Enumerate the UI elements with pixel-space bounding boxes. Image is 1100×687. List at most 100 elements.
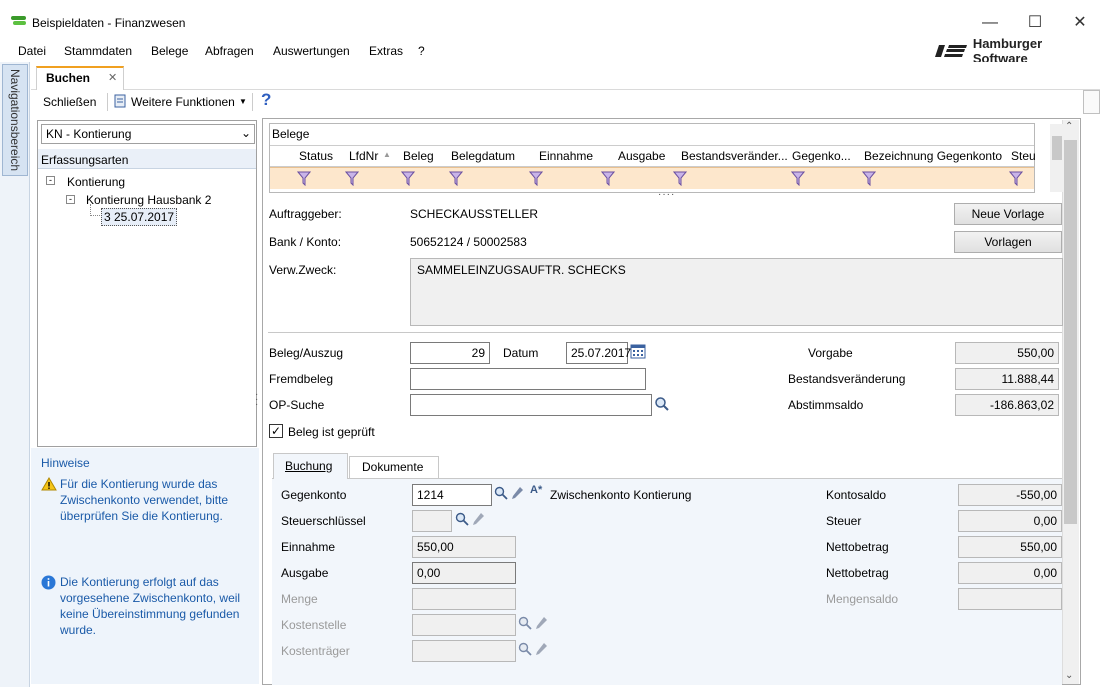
kostentraeger-label: Kostenträger: [281, 644, 350, 658]
col-belegdatum[interactable]: Belegdatum: [451, 149, 515, 163]
buchung-panel: [272, 478, 1062, 685]
datum-field[interactable]: 25.07.2017: [566, 342, 631, 364]
col-lfdnr[interactable]: LfdNr: [349, 149, 378, 163]
tab-close-icon[interactable]: ✕: [108, 71, 117, 84]
col-beleg[interactable]: Beleg: [403, 149, 434, 163]
edit-pencil-icon: [536, 643, 547, 655]
einnahme-field[interactable]: 550,00: [412, 536, 516, 558]
edit-pencil-icon[interactable]: [472, 512, 485, 526]
edit-pencil-icon: [536, 617, 547, 629]
nettobetrag-label: Nettobetrag: [826, 540, 889, 554]
ausgabe-label: Ausgabe: [281, 566, 329, 580]
window-title: Beispieldaten - Finanzwesen: [32, 16, 186, 30]
tab-buchen-label[interactable]: Buchen: [46, 71, 90, 85]
tab-buchung-label[interactable]: Buchung: [285, 459, 332, 473]
filter-icon[interactable]: [673, 171, 687, 186]
search-icon[interactable]: [494, 486, 508, 500]
tree-collapse-icon[interactable]: -: [66, 195, 75, 204]
close-button[interactable]: Schließen: [43, 95, 96, 109]
beleg-geprueft-checkbox[interactable]: ✓: [269, 424, 283, 438]
nettobetrag-2-label: Nettobetrag: [826, 566, 889, 580]
filter-icon[interactable]: [529, 171, 543, 186]
menu-auswertungen[interactable]: Auswertungen: [273, 44, 350, 58]
col-gegenkonto[interactable]: Gegenko...: [792, 149, 851, 163]
warning-icon: [41, 477, 57, 491]
filter-icon[interactable]: [449, 171, 463, 186]
select-chevron-icon[interactable]: ⌄: [241, 126, 251, 140]
col-ausgabe[interactable]: Ausgabe: [618, 149, 665, 163]
menu-belege[interactable]: Belege: [151, 44, 188, 58]
scroll-down-icon[interactable]: ⌄: [1065, 670, 1073, 681]
tree-item-root[interactable]: Kontierung: [67, 175, 125, 189]
bestandsveraenderung-field: 11.888,44: [955, 368, 1059, 390]
beleg-geprueft-label[interactable]: Beleg ist geprüft: [288, 425, 375, 439]
beleg-auszug-field[interactable]: 29: [410, 342, 490, 364]
close-window-button[interactable]: ✕: [1065, 8, 1095, 38]
ausgabe-field[interactable]: 0,00: [412, 562, 516, 584]
filter-icon[interactable]: [297, 171, 311, 186]
op-suche-field[interactable]: [410, 394, 652, 416]
neue-vorlage-button[interactable]: Neue Vorlage: [954, 203, 1062, 225]
left-panel: [37, 120, 257, 447]
tab-dokumente-label[interactable]: Dokumente: [362, 460, 423, 474]
app-logo-icon: [11, 16, 26, 25]
col-bezeichnung[interactable]: Bezeichnung Gegenkonto: [864, 149, 1002, 163]
nettobetrag-2-field: 0,00: [958, 562, 1062, 584]
kostenstelle-field: [412, 614, 516, 636]
gegenkonto-field[interactable]: 1214: [412, 484, 492, 506]
tree-collapse-icon[interactable]: -: [46, 176, 55, 185]
auftraggeber-value: SCHECKAUSSTELLER: [410, 207, 539, 221]
chevron-down-icon[interactable]: ▼: [239, 97, 247, 106]
col-einnahme[interactable]: Einnahme: [539, 149, 593, 163]
verwendungszweck-field: SAMMELEINZUGSAUFTR. SCHECKS: [410, 258, 1063, 326]
search-icon[interactable]: [654, 396, 670, 412]
more-functions-button[interactable]: Weitere Funktionen: [131, 95, 235, 109]
kontosaldo-field: -550,00: [958, 484, 1062, 506]
filter-icon[interactable]: [1009, 171, 1023, 186]
warning-text: Für die Kontierung wurde das Zwischenkon…: [60, 477, 229, 523]
grid-resize-grip[interactable]: ····: [658, 189, 675, 200]
col-steuer[interactable]: Steu: [1011, 149, 1036, 163]
col-bestandsveraenderung[interactable]: Bestandsveränder...: [681, 149, 788, 163]
menu-help[interactable]: ?: [418, 44, 425, 58]
select-value[interactable]: KN - Kontierung: [46, 127, 131, 141]
filter-icon[interactable]: [401, 171, 415, 186]
help-icon[interactable]: ?: [261, 90, 271, 110]
filter-icon[interactable]: [601, 171, 615, 186]
fremdbeleg-field[interactable]: [410, 368, 646, 390]
scroll-icon[interactable]: [113, 93, 127, 109]
menge-field: [412, 588, 516, 610]
einnahme-label: Einnahme: [281, 540, 336, 554]
splitter-grip[interactable]: · · ·: [255, 390, 258, 410]
search-icon[interactable]: [455, 512, 469, 526]
vorlagen-button[interactable]: Vorlagen: [954, 231, 1062, 253]
tree-item-child[interactable]: Kontierung Hausbank 2: [86, 193, 211, 207]
menu-abfragen[interactable]: Abfragen: [205, 44, 254, 58]
bank-label: Bank / Konto:: [269, 235, 342, 249]
grid-title: Belege: [272, 127, 310, 141]
menu-extras[interactable]: Extras: [369, 44, 403, 58]
brand-mark-icon: [935, 45, 967, 57]
edit-pencil-icon[interactable]: [511, 486, 524, 500]
menu-stammdaten[interactable]: Stammdaten: [64, 44, 132, 58]
document-tabstrip: [31, 62, 1100, 90]
filter-icon[interactable]: [862, 171, 876, 186]
navigation-label[interactable]: Navigationsbereich: [2, 64, 28, 176]
tree-item-leaf[interactable]: 3 25.07.2017: [101, 208, 178, 226]
main-scrollbar-thumb[interactable]: [1064, 140, 1077, 524]
grid-scrollbar-thumb[interactable]: [1052, 136, 1062, 160]
text-edit-icon[interactable]: A*: [530, 484, 542, 496]
minimize-button[interactable]: —: [975, 8, 1005, 38]
steuer-field: 0,00: [958, 510, 1062, 532]
mengensaldo-field: [958, 588, 1062, 610]
gegenkonto-label: Gegenkonto: [281, 488, 347, 502]
filter-icon[interactable]: [345, 171, 359, 186]
sort-asc-icon: ▲: [383, 150, 391, 159]
maximize-button[interactable]: ☐: [1020, 8, 1050, 38]
steuerschluessel-field[interactable]: [412, 510, 452, 532]
filter-icon[interactable]: [791, 171, 805, 186]
col-status[interactable]: Status: [299, 149, 333, 163]
menu-datei[interactable]: Datei: [18, 44, 46, 58]
calendar-icon[interactable]: [630, 344, 646, 359]
scroll-up-icon[interactable]: ⌃: [1065, 121, 1073, 132]
